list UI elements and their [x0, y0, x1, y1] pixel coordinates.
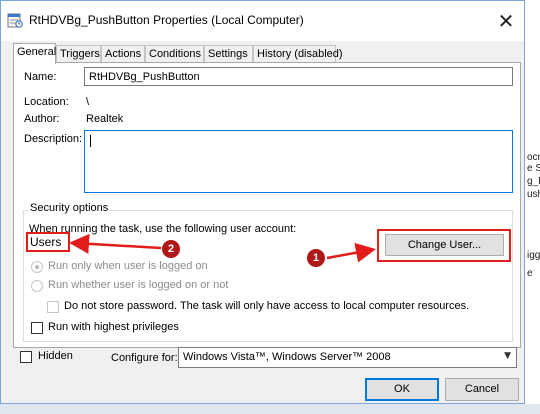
no-store-password-checkbox[interactable] — [47, 301, 59, 313]
tab-settings[interactable]: Settings — [204, 45, 253, 62]
configure-for-dropdown[interactable]: Windows Vista™, Windows Server™ 2008 ▼ — [178, 347, 517, 368]
author-value: Realtek — [86, 113, 124, 125]
ok-button[interactable]: OK — [365, 378, 439, 401]
background-window-strip: ocr e St g_P ush igg e — [525, 0, 540, 414]
configure-for-label: Configure for: — [111, 352, 178, 364]
annotation-badge-2: 2 — [162, 240, 180, 258]
task-scheduler-icon — [7, 13, 23, 28]
background-text: g_P — [527, 176, 540, 187]
cancel-button[interactable]: Cancel — [445, 378, 519, 401]
background-text: e — [527, 268, 533, 279]
radio-logged-on-or-not[interactable] — [31, 280, 43, 292]
radio-logged-on[interactable] — [31, 261, 43, 273]
tab-general[interactable]: General — [13, 43, 56, 64]
radio-logged-on-or-not-label: Run whether user is logged on or not — [48, 279, 229, 291]
annotation-badge-1: 1 — [307, 249, 325, 267]
description-field[interactable] — [84, 130, 513, 193]
tab-triggers[interactable]: Triggers — [56, 45, 101, 62]
description-label: Description: — [24, 133, 83, 145]
background-text: ush — [527, 189, 540, 200]
highest-privileges-label: Run with highest privileges — [48, 321, 179, 333]
change-user-button[interactable]: Change User... — [385, 234, 504, 256]
user-account-value: Users — [26, 232, 70, 252]
name-label: Name: — [24, 71, 57, 83]
tab-actions[interactable]: Actions — [101, 45, 145, 62]
location-value: \ — [86, 96, 90, 108]
configure-for-value: Windows Vista™, Windows Server™ 2008 — [183, 351, 391, 363]
no-store-password-label: Do not store password. The task will onl… — [64, 300, 470, 312]
radio-logged-on-label: Run only when user is logged on — [48, 260, 208, 272]
name-field[interactable]: RtHDVBg_PushButton — [84, 67, 513, 86]
background-text: igg — [527, 250, 540, 261]
text-caret — [90, 135, 91, 147]
tab-history[interactable]: History (disabled) — [253, 45, 343, 62]
background-text: e St — [527, 163, 540, 174]
background-text: ocr — [527, 152, 540, 163]
chevron-down-icon: ▼ — [504, 351, 511, 361]
close-icon[interactable]: ✕ — [491, 7, 521, 35]
task-properties-dialog: RtHDVBg_PushButton Properties (Local Com… — [0, 0, 525, 404]
tab-conditions[interactable]: Conditions — [145, 45, 204, 62]
taskbar-strip — [0, 404, 540, 414]
hidden-checkbox[interactable] — [20, 351, 32, 363]
title-bar: RtHDVBg_PushButton Properties (Local Com… — [1, 1, 524, 41]
highest-privileges-checkbox[interactable] — [31, 322, 43, 334]
security-options-title: Security options — [28, 202, 111, 214]
window-title: RtHDVBg_PushButton Properties (Local Com… — [29, 13, 304, 27]
hidden-label: Hidden — [38, 350, 73, 362]
author-label: Author: — [24, 113, 60, 125]
location-label: Location: — [24, 96, 69, 108]
general-tab-panel: Name: RtHDVBg_PushButton Location: \ Aut… — [13, 62, 521, 348]
